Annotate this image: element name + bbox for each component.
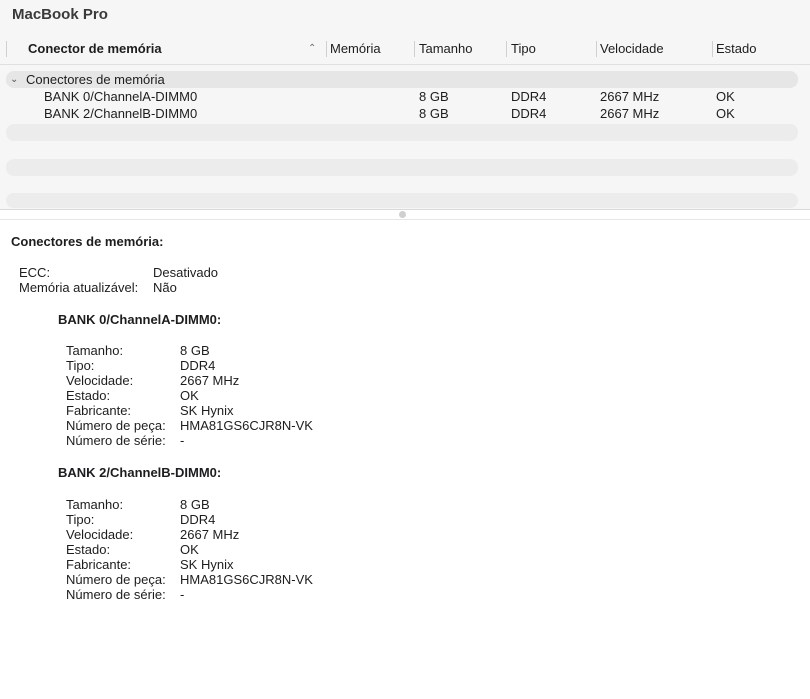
detail-value: SK Hynix: [180, 403, 234, 418]
detail-value: OK: [180, 388, 199, 403]
detail-value: Não: [153, 280, 177, 295]
cell-speed: 2667 MHz: [600, 89, 660, 104]
chevron-down-icon[interactable]: ⌄: [10, 71, 18, 88]
detail-label: Número de peça:: [66, 418, 166, 433]
detail-label: Velocidade:: [66, 527, 134, 542]
column-separator: [712, 41, 713, 57]
detail-value: OK: [180, 542, 199, 557]
cell-connector: BANK 2/ChannelB-DIMM0: [44, 106, 198, 121]
detail-label: Velocidade:: [66, 373, 134, 388]
detail-label: ECC:: [19, 265, 51, 280]
detail-label: Número de série:: [66, 433, 166, 448]
detail-value: SK Hynix: [180, 557, 234, 572]
detail-label: Número de série:: [66, 587, 166, 602]
detail-value: -: [180, 433, 185, 448]
chevron-up-icon[interactable]: ⌃: [308, 38, 316, 60]
empty-row: [6, 193, 798, 208]
detail-value: 2667 MHz: [180, 373, 240, 388]
column-header-memory[interactable]: Memória: [330, 38, 381, 60]
detail-value: 2667 MHz: [180, 527, 240, 542]
bank-title: BANK 0/ChannelA-DIMM0:: [58, 312, 222, 327]
cell-connector: BANK 0/ChannelA-DIMM0: [44, 89, 198, 104]
detail-value: 8 GB: [180, 497, 210, 512]
cell-size: 8 GB: [419, 89, 449, 104]
detail-label: Fabricante:: [66, 557, 132, 572]
group-row-memory-slots[interactable]: ⌄ Conectores de memória: [6, 71, 798, 88]
detail-label: Número de peça:: [66, 572, 166, 587]
detail-label: Memória atualizável:: [19, 280, 139, 295]
detail-value: HMA81GS6CJR8N-VK: [180, 418, 313, 433]
cell-type: DDR4: [511, 89, 547, 104]
detail-value: -: [180, 587, 185, 602]
detail-heading: Conectores de memória:: [11, 234, 164, 249]
detail-label: Fabricante:: [66, 403, 132, 418]
detail-value: DDR4: [180, 512, 216, 527]
detail-label: Tipo:: [66, 358, 95, 373]
column-separator: [326, 41, 327, 57]
column-separator: [506, 41, 507, 57]
detail-pane: Conectores de memória: ECC: Desativado M…: [0, 220, 810, 699]
detail-label: Estado:: [66, 388, 111, 403]
cell-type: DDR4: [511, 106, 547, 121]
system-information-window: MacBook Pro Conector de memória ⌃ Memóri…: [0, 0, 810, 699]
column-header-type[interactable]: Tipo: [511, 38, 536, 60]
column-separator: [596, 41, 597, 57]
detail-value: DDR4: [180, 358, 216, 373]
cell-size: 8 GB: [419, 106, 449, 121]
detail-label: Tamanho:: [66, 343, 124, 358]
column-header-speed[interactable]: Velocidade: [600, 38, 664, 60]
column-separator: [6, 41, 7, 57]
cell-speed: 2667 MHz: [600, 106, 660, 121]
column-separator: [414, 41, 415, 57]
hardware-table-pane: MacBook Pro Conector de memória ⌃ Memóri…: [0, 0, 810, 209]
header-divider: [0, 64, 810, 65]
column-header-status[interactable]: Estado: [716, 38, 756, 60]
column-header-connector[interactable]: Conector de memória: [28, 38, 162, 60]
column-header-size[interactable]: Tamanho: [419, 38, 472, 60]
group-label: Conectores de memória: [26, 72, 165, 87]
table-row[interactable]: BANK 2/ChannelB-DIMM0 8 GB DDR4 2667 MHz…: [6, 105, 798, 122]
window-title: MacBook Pro: [12, 6, 108, 23]
table-row[interactable]: BANK 0/ChannelA-DIMM0 8 GB DDR4 2667 MHz…: [6, 88, 798, 105]
empty-row: [6, 124, 798, 141]
detail-label: Estado:: [66, 542, 111, 557]
detail-value: Desativado: [153, 265, 219, 280]
detail-label: Tipo:: [66, 512, 95, 527]
empty-row: [6, 159, 798, 176]
detail-label: Tamanho:: [66, 497, 124, 512]
detail-value: 8 GB: [180, 343, 210, 358]
table-header: Conector de memória ⌃ Memória Tamanho Ti…: [0, 38, 810, 60]
detail-value: HMA81GS6CJR8N-VK: [180, 572, 313, 587]
bank-title: BANK 2/ChannelB-DIMM0:: [58, 465, 222, 480]
cell-status: OK: [716, 106, 735, 121]
split-handle-icon[interactable]: [399, 211, 406, 218]
cell-status: OK: [716, 89, 735, 104]
split-divider: [0, 209, 810, 210]
